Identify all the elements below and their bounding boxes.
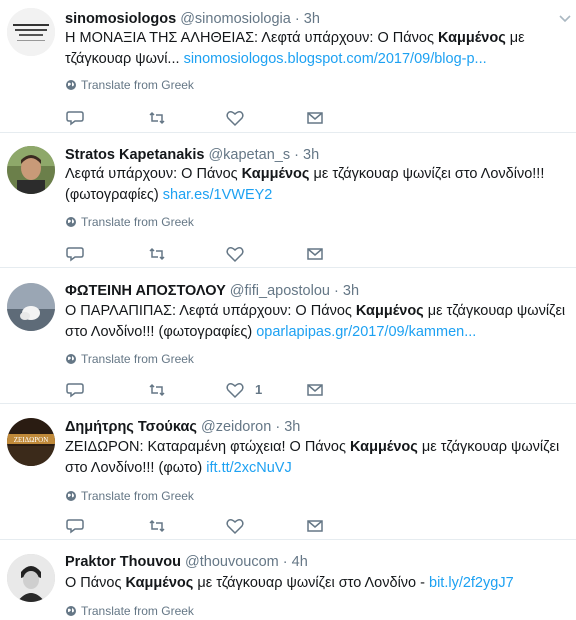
highlighted-term: Καμμένος [125, 575, 194, 591]
translate-label: Translate from Greek [81, 215, 194, 229]
envelope-icon[interactable] [305, 245, 325, 263]
avatar[interactable] [7, 8, 55, 56]
user-handle[interactable]: @fifi_apostolou [230, 283, 330, 299]
like-count: 1 [255, 382, 263, 397]
display-name[interactable]: ΦΩΤΕΙΝΗ ΑΠΟΣΤΟΛΟΥ [65, 283, 226, 299]
tweet-text-segment: Η ΜΟΝΑΞΙΑ ΤΗΣ ΑΛΗΘΕΙΑΣ: Λεφτά υπάρχουν: … [65, 30, 438, 46]
translate-label: Translate from Greek [81, 78, 194, 92]
highlighted-term: Καμμένος [355, 303, 424, 319]
timestamp[interactable]: 3h [284, 419, 300, 435]
user-handle[interactable]: @kapetan_s [208, 147, 290, 163]
tweet-header: ΦΩΤΕΙΝΗ ΑΠΟΣΤΟΛΟΥ @fifi_apostolou · 3h [65, 282, 359, 300]
reply-icon[interactable] [65, 381, 85, 399]
tweet-text-segment: με τζάγκουαρ ψωνίζει [417, 439, 560, 455]
retweet-icon[interactable] [147, 245, 167, 263]
tweet-text-segment: με τζάγκουαρ ψωνίζει [423, 303, 566, 319]
tweet-text-segment: στο Λονδίνο!!! (φωτο) [65, 460, 207, 476]
tweet-text-segment: με τζάγκουαρ ψωνίζει στο Λονδίνο!!! [309, 166, 545, 182]
tweet-link[interactable]: ift.tt/2xcNuVJ [206, 460, 291, 476]
tweet[interactable]: Praktor Thouvou @thouvoucom · 4h Ο Πάνος… [0, 540, 576, 620]
globe-icon [66, 80, 76, 90]
tweet-header: Δημήτρης Τσούκας @zeidoron · 3h [65, 418, 300, 436]
tweet[interactable]: ΦΩΤΕΙΝΗ ΑΠΟΣΤΟΛΟΥ @fifi_apostolou · 3h Ο… [0, 268, 576, 404]
separator-dot: · [334, 283, 339, 299]
retweet-icon[interactable] [147, 517, 167, 535]
tweet-text: Ο ΠΑΡΛΑΠΙΠΑΣ: Λεφτά υπάρχουν: Ο Πάνος Κα… [65, 301, 570, 343]
tweet-text-segment: τζάγκουαρ ψωνί... [65, 51, 184, 67]
separator-dot: · [294, 147, 299, 163]
tweet-text: Η ΜΟΝΑΞΙΑ ΤΗΣ ΑΛΗΘΕΙΑΣ: Λεφτά υπάρχουν: … [65, 28, 570, 70]
avatar[interactable]: ΖΕΙΔΩΡΟΝ [7, 418, 55, 466]
reply-icon[interactable] [65, 517, 85, 535]
envelope-icon[interactable] [305, 109, 325, 127]
avatar[interactable] [7, 283, 55, 331]
translate-link[interactable]: Translate from Greek [65, 215, 194, 229]
tweet-text-segment: με [505, 30, 525, 46]
translate-link[interactable]: Translate from Greek [65, 604, 194, 618]
globe-icon [66, 606, 76, 616]
globe-icon [66, 217, 76, 227]
tweet-text-segment: στο Λονδίνο!!! (φωτογραφίες) [65, 324, 257, 340]
user-handle[interactable]: @zeidoron [201, 419, 271, 435]
timestamp[interactable]: 3h [343, 283, 359, 299]
separator-dot: · [294, 11, 300, 27]
tweet[interactable]: sinomosiologos @sinomosiologia · 3h Η ΜΟ… [0, 0, 576, 133]
globe-icon [66, 491, 76, 501]
tweet-text-segment: με τζάγκουαρ ψωνίζει στο Λονδίνο - [193, 575, 429, 591]
highlighted-term: Καμμένος [437, 30, 506, 46]
envelope-icon[interactable] [305, 381, 325, 399]
display-name[interactable]: Praktor Thouvou [65, 554, 181, 570]
tweet-text-segment: Λεφτά υπάρχουν: Ο Πάνος [65, 166, 242, 182]
timestamp[interactable]: 3h [304, 11, 320, 27]
translate-link[interactable]: Translate from Greek [65, 489, 194, 503]
heart-icon[interactable] [225, 517, 245, 535]
envelope-icon[interactable] [305, 517, 325, 535]
translate-label: Translate from Greek [81, 352, 194, 366]
highlighted-term: Καμμένος [350, 439, 418, 455]
separator-dot: · [275, 419, 281, 435]
tweet-header: Praktor Thouvou @thouvoucom · 4h [65, 553, 308, 571]
retweet-icon[interactable] [147, 109, 167, 127]
display-name[interactable]: Stratos Kapetanakis [65, 147, 204, 163]
tweet[interactable]: Stratos Kapetanakis @kapetan_s · 3h Λεφτ… [0, 133, 576, 268]
tweet-header: sinomosiologos @sinomosiologia · 3h [65, 10, 320, 28]
timestamp[interactable]: 3h [303, 147, 319, 163]
heart-icon[interactable] [225, 245, 245, 263]
tweet-link[interactable]: oparlapipas.gr/2017/09/kammen... [256, 324, 476, 340]
svg-text:ΖΕΙΔΩΡΟΝ: ΖΕΙΔΩΡΟΝ [14, 436, 49, 444]
tweet[interactable]: ΖΕΙΔΩΡΟΝ Δημήτρης Τσούκας @zeidoron · 3h… [0, 404, 576, 540]
translate-label: Translate from Greek [81, 489, 194, 503]
user-handle[interactable]: @thouvoucom [185, 554, 279, 570]
heart-icon[interactable] [225, 109, 245, 127]
tweet-link[interactable]: shar.es/1VWEY2 [163, 187, 273, 203]
tweet-text: Λεφτά υπάρχουν: Ο Πάνος Καμμένος με τζάγ… [65, 164, 570, 206]
tweet-text-segment: Ο Πάνος [65, 575, 126, 591]
avatar[interactable] [7, 554, 55, 602]
retweet-icon[interactable] [147, 381, 167, 399]
tweet-link[interactable]: sinomosiologos.blogspot.com/2017/09/blog… [184, 51, 487, 67]
reply-icon[interactable] [65, 109, 85, 127]
chevron-down-icon[interactable] [558, 14, 572, 24]
translate-link[interactable]: Translate from Greek [65, 78, 194, 92]
tweet-text-segment: Ο ΠΑΡΛΑΠΙΠΑΣ: Λεφτά υπάρχουν: Ο Πάνος [65, 303, 356, 319]
user-handle[interactable]: @sinomosiologia [180, 11, 291, 27]
tweet-header: Stratos Kapetanakis @kapetan_s · 3h [65, 146, 319, 164]
tweet-text-segment: (φωτογραφίες) [65, 187, 163, 203]
separator-dot: · [282, 554, 288, 570]
tweet-text: ΖΕΙΔΩΡΟΝ: Καταραμένη φτώχεια! Ο Πάνος Κα… [65, 437, 570, 479]
tweet-text: Ο Πάνος Καμμένος με τζάγκουαρ ψωνίζει στ… [65, 573, 570, 594]
display-name[interactable]: sinomosiologos [65, 11, 176, 27]
tweet-text-segment: ΖΕΙΔΩΡΟΝ: Καταραμένη φτώχεια! Ο Πάνος [65, 439, 351, 455]
tweet-link[interactable]: bit.ly/2f2ygJ7 [429, 575, 514, 591]
display-name[interactable]: Δημήτρης Τσούκας [65, 419, 197, 435]
heart-icon[interactable] [225, 381, 245, 399]
globe-icon [66, 354, 76, 364]
translate-link[interactable]: Translate from Greek [65, 352, 194, 366]
reply-icon[interactable] [65, 245, 85, 263]
timestamp[interactable]: 4h [292, 554, 308, 570]
translate-label: Translate from Greek [81, 604, 194, 618]
highlighted-term: Καμμένος [241, 166, 310, 182]
avatar[interactable] [7, 146, 55, 194]
